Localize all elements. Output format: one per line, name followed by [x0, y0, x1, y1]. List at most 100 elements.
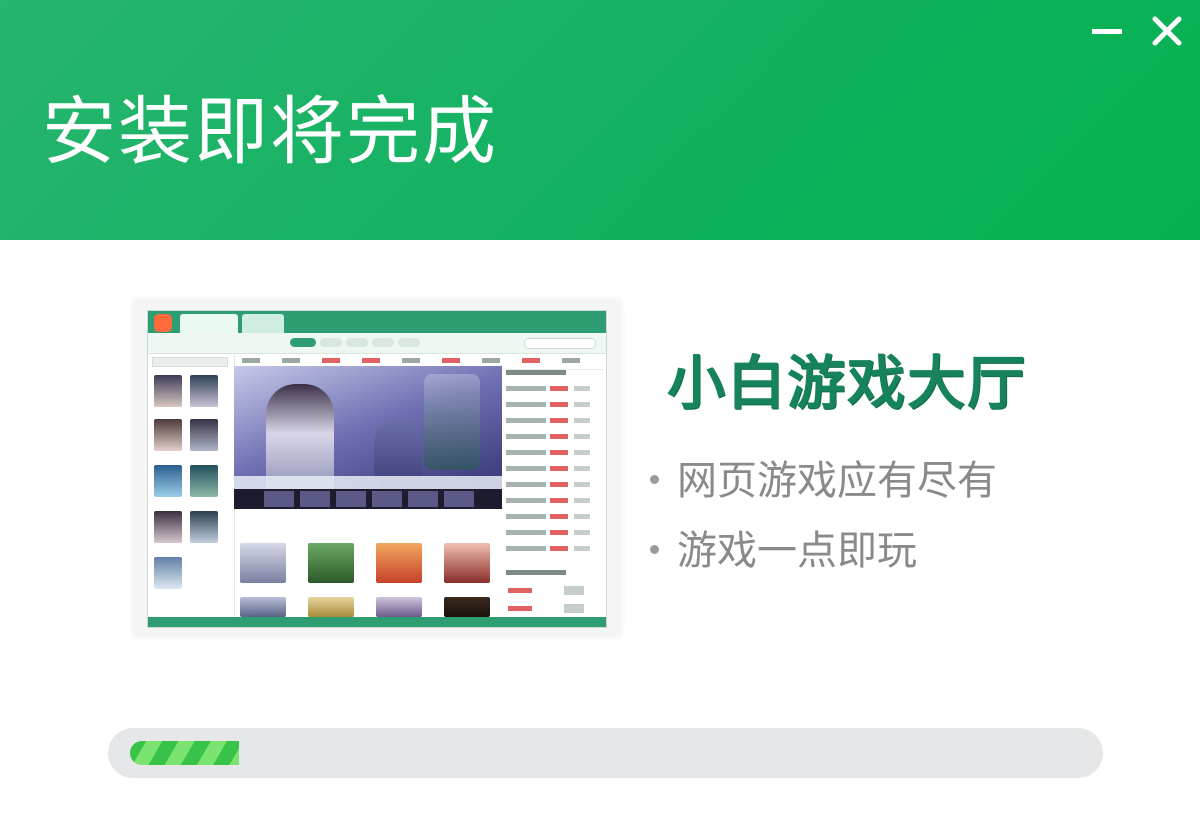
ranking-row	[506, 418, 546, 423]
ranking-row	[506, 498, 546, 503]
avatar	[190, 511, 218, 543]
preview-nav-item	[362, 358, 380, 363]
ranking-header	[506, 370, 566, 375]
ranking-tag	[550, 514, 568, 519]
game-tile	[240, 543, 286, 583]
brand-name: 小白游戏大厅	[667, 349, 1028, 417]
avatar	[154, 419, 182, 451]
avatar	[190, 465, 218, 497]
ranking-meta	[574, 434, 590, 439]
ranking-tag	[550, 450, 568, 455]
avatar	[154, 375, 182, 407]
avatar	[154, 557, 182, 589]
ranking-tag	[550, 546, 568, 551]
close-x-icon	[1152, 16, 1182, 46]
banner-thumb	[336, 491, 366, 507]
ranking-tag	[550, 434, 568, 439]
preview-sidebar-search	[152, 357, 228, 367]
minus-icon	[1092, 29, 1122, 34]
ranking-row	[506, 466, 546, 471]
preview-nav-item	[442, 358, 460, 363]
game-tile	[444, 543, 490, 583]
game-tile	[376, 597, 422, 617]
preview-sidebar	[148, 353, 235, 625]
preview-pill	[290, 338, 316, 347]
ranking-tag	[550, 402, 568, 407]
ranking-tag	[550, 466, 568, 471]
preview-pill	[398, 338, 420, 347]
avatar	[190, 419, 218, 451]
preview-game-banner	[234, 366, 502, 509]
game-tile	[376, 543, 422, 583]
preview-nav-item	[322, 358, 340, 363]
preview-banner-thumbnails	[234, 489, 502, 509]
ranking-row	[506, 546, 546, 551]
preview-ranking-list	[504, 366, 602, 616]
preview-titlebar	[148, 311, 606, 333]
ranking-row	[506, 402, 546, 407]
feature-text: 网页游戏应有尽有	[677, 458, 997, 504]
header-banner: 安装即将完成	[0, 0, 1200, 240]
ranking-tag	[550, 482, 568, 487]
game-tile	[308, 543, 354, 583]
banner-thumb	[264, 491, 294, 507]
ranking-meta	[574, 402, 590, 407]
game-tile	[308, 597, 354, 617]
feature-text: 游戏一点即玩	[677, 528, 917, 574]
ranking-tag	[550, 498, 568, 503]
ranking-tag	[550, 530, 568, 535]
preview-pill	[346, 338, 368, 347]
preview-tab	[180, 314, 238, 333]
preview-nav-item	[402, 358, 420, 363]
preview-statusbar	[148, 617, 606, 627]
preview-nav-item	[522, 358, 540, 363]
close-button[interactable]	[1150, 14, 1184, 48]
bullet-dot-icon	[650, 544, 659, 554]
ranking-tag	[550, 418, 568, 423]
ranking-meta	[574, 530, 590, 535]
preview-pill	[320, 338, 342, 347]
preview-search	[524, 338, 596, 349]
app-logo-icon	[154, 314, 172, 332]
game-tile	[240, 597, 286, 617]
minimize-button[interactable]	[1090, 14, 1124, 48]
feature-bullet: 网页游戏应有尽有	[650, 448, 997, 506]
ranking-row	[506, 530, 546, 535]
preview-window	[147, 310, 607, 628]
ranking-meta	[574, 514, 590, 519]
ranking-tag	[508, 606, 532, 611]
ranking-row	[506, 450, 546, 455]
app-preview-image	[133, 300, 621, 636]
ranking-meta	[574, 418, 590, 423]
preview-nav-item	[242, 358, 260, 363]
avatar	[154, 465, 182, 497]
banner-thumb	[300, 491, 330, 507]
install-progress-bar	[108, 728, 1103, 778]
ranking-row	[506, 482, 546, 487]
ranking-meta	[574, 498, 590, 503]
ranking-meta	[574, 386, 590, 391]
banner-thumb	[444, 491, 474, 507]
ranking-meta	[574, 546, 590, 551]
preview-toolbar	[148, 333, 606, 354]
avatar	[154, 511, 182, 543]
avatar	[190, 375, 218, 407]
bullet-dot-icon	[650, 474, 659, 484]
feature-bullet: 游戏一点即玩	[650, 518, 917, 576]
ranking-meta	[574, 450, 590, 455]
ranking-header	[506, 570, 566, 575]
ranking-tag	[508, 588, 532, 593]
installer-title: 安装即将完成	[42, 89, 498, 175]
banner-thumb	[372, 491, 402, 507]
ranking-row	[506, 514, 546, 519]
install-progress-fill	[130, 741, 239, 765]
ranking-row	[506, 434, 546, 439]
ranking-button	[564, 586, 584, 595]
preview-nav-item	[282, 358, 300, 363]
game-tile	[444, 597, 490, 617]
banner-calligraphy	[424, 374, 480, 470]
preview-pill	[372, 338, 394, 347]
ranking-meta	[574, 482, 590, 487]
preview-tab	[242, 314, 284, 333]
ranking-button	[564, 604, 584, 613]
